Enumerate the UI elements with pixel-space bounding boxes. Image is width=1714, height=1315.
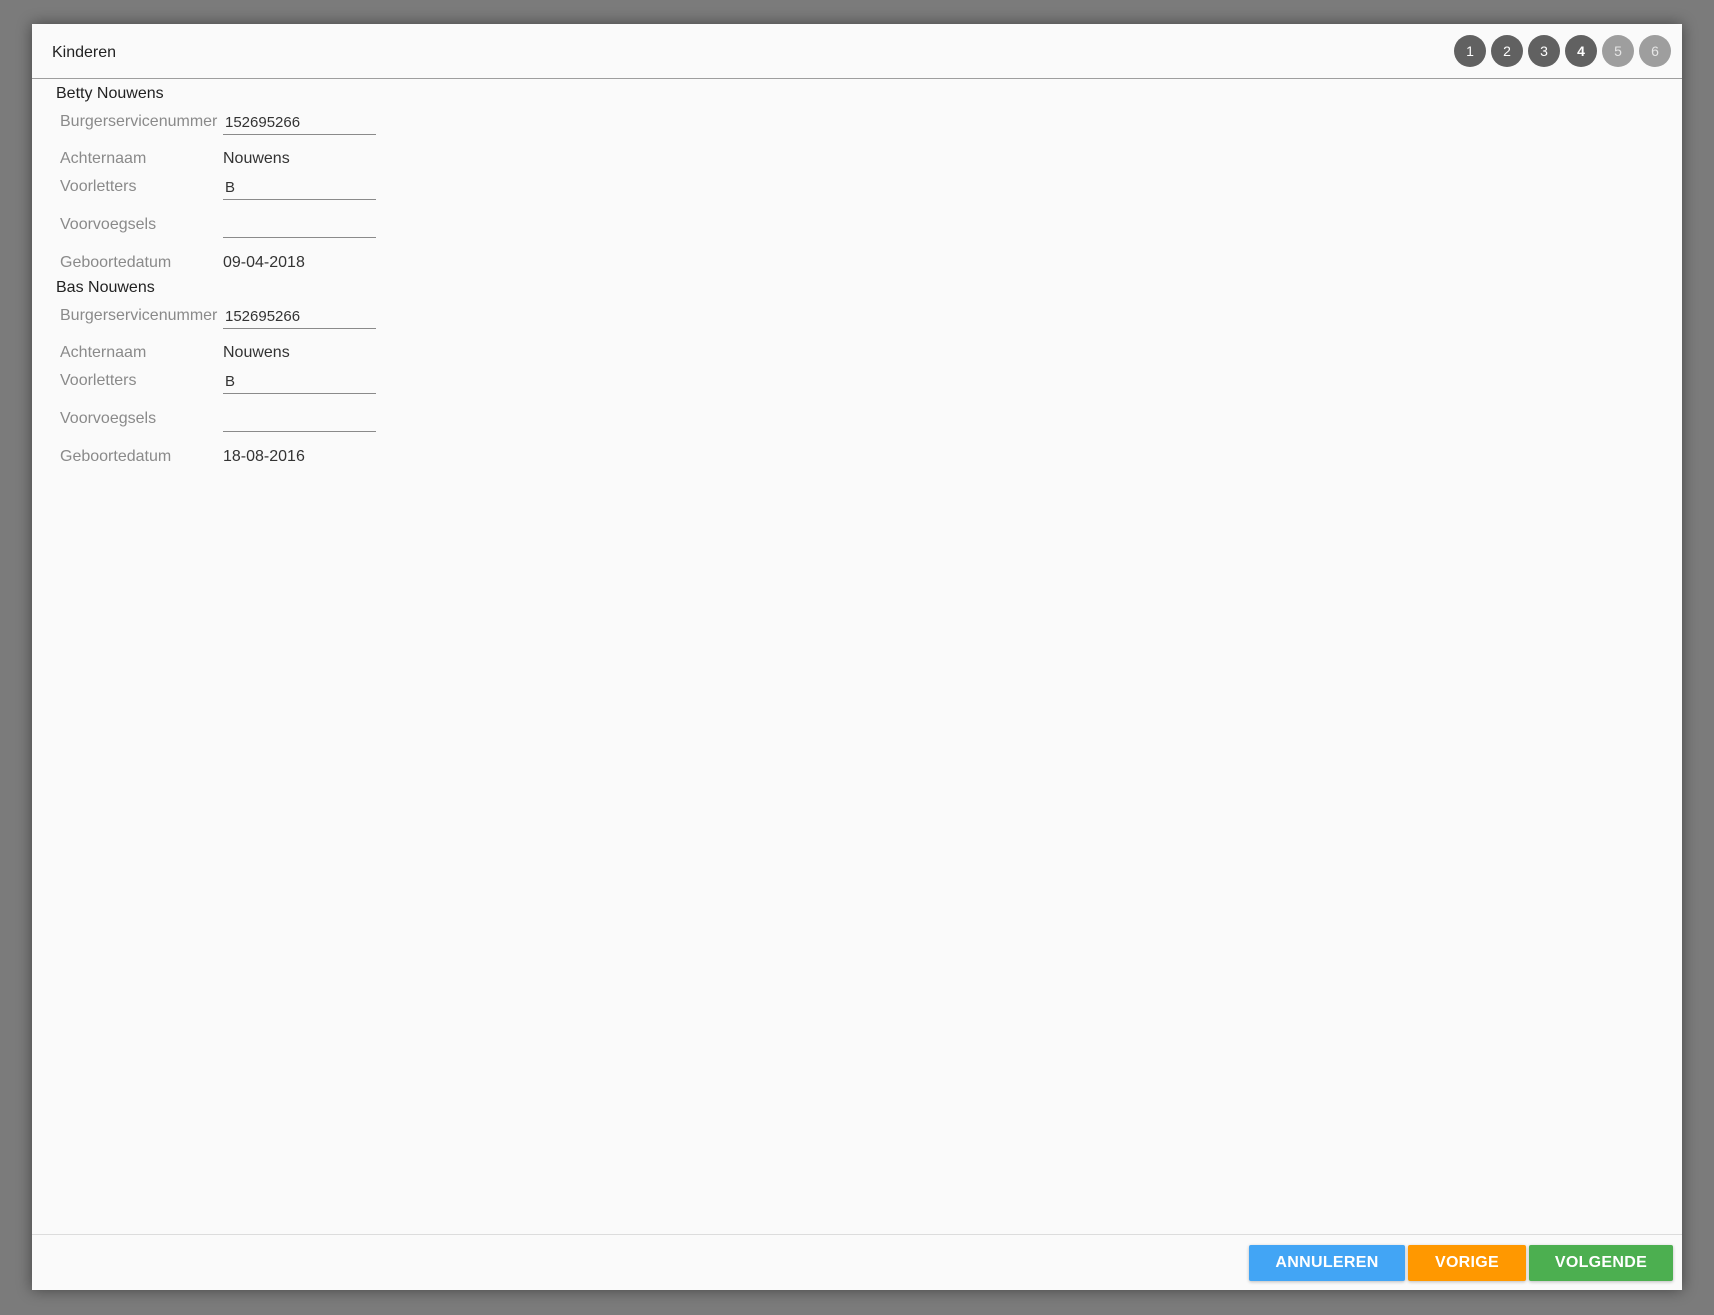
step-4[interactable]: 4 [1565, 35, 1597, 67]
achternaam-row: Achternaam Nouwens [60, 144, 460, 174]
bsn-label: Burgerservicenummer [60, 307, 218, 324]
wizard-dialog: Kinderen 1 2 3 4 5 6 Betty Nouwens Burge… [32, 24, 1682, 1290]
achternaam-row: Achternaam Nouwens [60, 338, 460, 368]
bsn-input[interactable] [223, 107, 376, 135]
step-1[interactable]: 1 [1454, 35, 1486, 67]
bsn-row: Burgerservicenummer [60, 107, 460, 137]
geboortedatum-row: Geboortedatum 18-08-2016 [60, 442, 460, 472]
voorvoegsels-row: Voorvoegsels [60, 404, 460, 434]
achternaam-label: Achternaam [60, 150, 147, 167]
cancel-button[interactable]: ANNULEREN [1249, 1245, 1405, 1281]
achternaam-value: Nouwens [223, 150, 290, 167]
child-name: Bas Nouwens [56, 279, 155, 296]
geboortedatum-label: Geboortedatum [60, 254, 172, 271]
child-name: Betty Nouwens [56, 85, 164, 102]
geboortedatum-value: 18-08-2016 [223, 448, 305, 465]
voorletters-input[interactable] [223, 172, 376, 200]
next-button[interactable]: VOLGENDE [1529, 1245, 1673, 1281]
bsn-label: Burgerservicenummer [60, 113, 218, 130]
voorletters-row: Voorletters [60, 172, 460, 202]
voorletters-label: Voorletters [60, 372, 137, 389]
dialog-body: Betty Nouwens Burgerservicenummer Achter… [32, 80, 1682, 1234]
footer-buttons: ANNULEREN VORIGE VOLGENDE [1249, 1245, 1673, 1281]
dialog-title: Kinderen [52, 44, 117, 61]
voorletters-row: Voorletters [60, 366, 460, 396]
step-2[interactable]: 2 [1491, 35, 1523, 67]
voorvoegsels-row: Voorvoegsels [60, 210, 460, 240]
voorvoegsels-input[interactable] [223, 210, 376, 238]
bsn-input[interactable] [223, 301, 376, 329]
achternaam-value: Nouwens [223, 344, 290, 361]
bsn-row: Burgerservicenummer [60, 301, 460, 331]
voorvoegsels-label: Voorvoegsels [60, 410, 157, 427]
voorvoegsels-label: Voorvoegsels [60, 216, 157, 233]
achternaam-label: Achternaam [60, 344, 147, 361]
geboortedatum-row: Geboortedatum 09-04-2018 [60, 248, 460, 278]
voorvoegsels-input[interactable] [223, 404, 376, 432]
dialog-header: Kinderen 1 2 3 4 5 6 [32, 24, 1682, 79]
voorletters-label: Voorletters [60, 178, 137, 195]
dialog-footer: ANNULEREN VORIGE VOLGENDE [32, 1234, 1682, 1290]
step-6[interactable]: 6 [1639, 35, 1671, 67]
geboortedatum-label: Geboortedatum [60, 448, 172, 465]
step-3[interactable]: 3 [1528, 35, 1560, 67]
voorletters-input[interactable] [223, 366, 376, 394]
step-indicator: 1 2 3 4 5 6 [1454, 35, 1671, 67]
step-5[interactable]: 5 [1602, 35, 1634, 67]
geboortedatum-value: 09-04-2018 [223, 254, 305, 271]
previous-button[interactable]: VORIGE [1408, 1245, 1526, 1281]
